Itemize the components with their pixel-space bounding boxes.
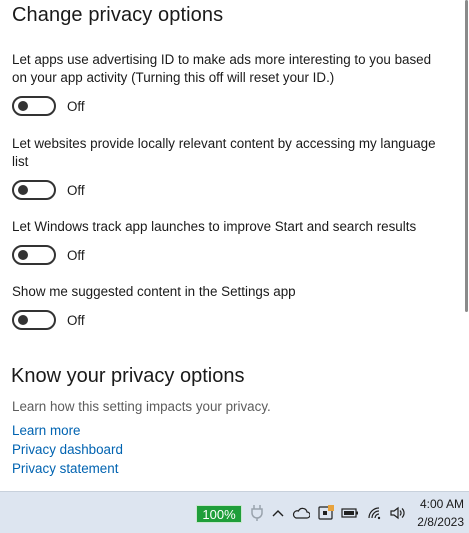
toggle-state-label: Off [67, 98, 85, 114]
privacy-statement-link[interactable]: Privacy statement [12, 461, 118, 476]
taskbar-clock[interactable]: 4:00 AM 2/8/2023 [417, 495, 464, 531]
page-title: Change privacy options [12, 4, 224, 26]
option-description-language-list: Let websites provide locally relevant co… [12, 136, 436, 169]
taskbar: 100% 4:00 AM 2/8/2023 [0, 491, 469, 533]
toggle-switch[interactable] [12, 310, 56, 330]
toggle-state-label: Off [67, 247, 85, 263]
clock-date: 2/8/2023 [417, 515, 464, 529]
plug-icon[interactable] [249, 503, 265, 523]
battery-icon[interactable] [341, 503, 359, 523]
toggle-language-list[interactable]: Off [12, 180, 85, 200]
volume-icon[interactable] [389, 503, 407, 523]
option-description-advertising-id: Let apps use advertising ID to make ads … [12, 52, 432, 85]
option-description-suggested-content: Show me suggested content in the Setting… [12, 284, 296, 299]
toggle-suggested-content[interactable]: Off [12, 310, 85, 330]
onedrive-cloud-icon[interactable] [291, 503, 311, 523]
toggle-switch[interactable] [12, 96, 56, 116]
toggle-knob [18, 101, 28, 111]
toggle-advertising-id[interactable]: Off [12, 96, 85, 116]
option-description-app-launches: Let Windows track app launches to improv… [12, 219, 417, 234]
toggle-knob [18, 185, 28, 195]
privacy-settings-page: Change privacy options Let apps use adve… [0, 0, 469, 491]
toggle-state-label: Off [67, 182, 85, 198]
clock-time: 4:00 AM [419, 497, 464, 511]
wifi-icon[interactable] [366, 503, 384, 523]
toggle-app-launches[interactable]: Off [12, 245, 85, 265]
toggle-knob [18, 250, 28, 260]
toggle-state-label: Off [67, 312, 85, 328]
toggle-switch[interactable] [12, 245, 56, 265]
battery-percent-badge: 100% [196, 505, 242, 523]
toggle-knob [18, 315, 28, 325]
device-app-icon[interactable] [316, 503, 336, 523]
chevron-up-icon[interactable] [270, 503, 286, 523]
know-privacy-title: Know your privacy options [11, 365, 245, 387]
learn-more-link[interactable]: Learn more [12, 423, 80, 438]
privacy-info-text: Learn how this setting impacts your priv… [12, 399, 271, 414]
toggle-switch[interactable] [12, 180, 56, 200]
vertical-scrollbar[interactable] [465, 0, 468, 312]
privacy-dashboard-link[interactable]: Privacy dashboard [12, 442, 123, 457]
